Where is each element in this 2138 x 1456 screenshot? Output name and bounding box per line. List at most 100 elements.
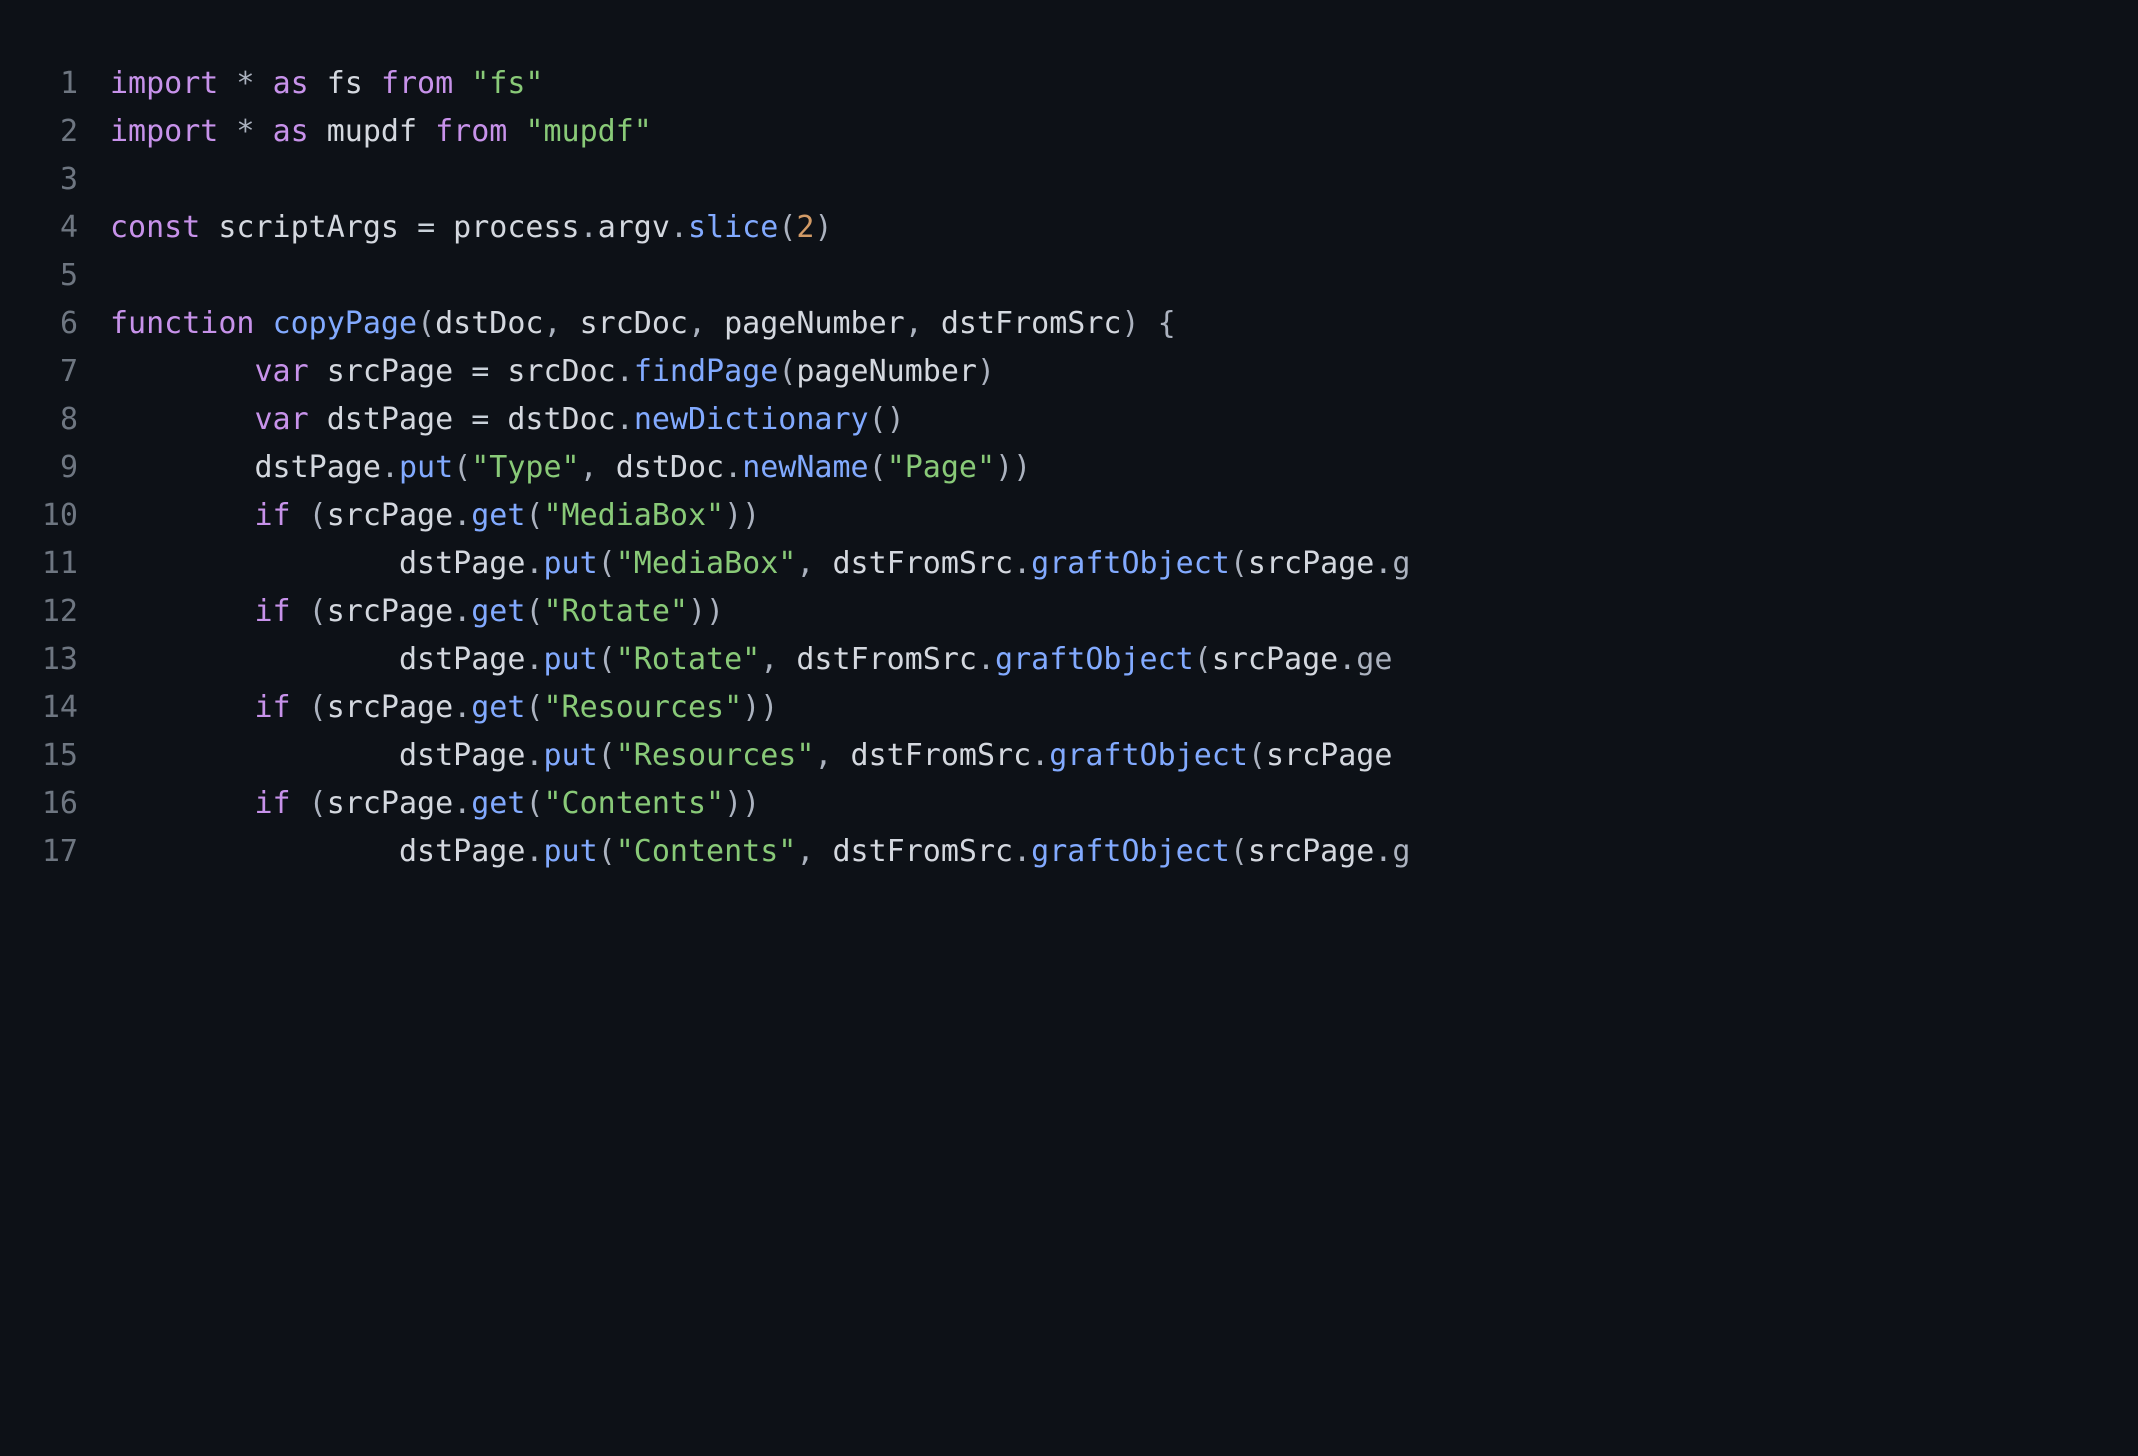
token-punct: .: [453, 498, 471, 533]
token-punct: (): [869, 402, 905, 437]
code-content[interactable]: var srcPage = srcDoc.findPage(pageNumber…: [110, 348, 2138, 396]
token-ident: argv: [598, 210, 670, 245]
code-content[interactable]: if (srcPage.get("MediaBox")): [110, 492, 2138, 540]
code-line[interactable]: 14 if (srcPage.get("Resources")): [0, 684, 2138, 732]
token-fn: get: [471, 498, 525, 533]
token-punct: ,: [796, 834, 832, 869]
token-ident: scriptArgs: [200, 210, 417, 245]
code-line[interactable]: 4const scriptArgs = process.argv.slice(2…: [0, 204, 2138, 252]
token-kw: import: [110, 114, 218, 149]
token-punct: )): [742, 690, 778, 725]
code-line[interactable]: 11 dstPage.put("MediaBox", dstFromSrc.gr…: [0, 540, 2138, 588]
token-punct: [110, 690, 255, 725]
code-line[interactable]: 1import * as fs from "fs": [0, 60, 2138, 108]
code-line[interactable]: 5: [0, 252, 2138, 300]
token-punct: .: [525, 546, 543, 581]
token-ident: srcPage: [327, 786, 453, 821]
code-content[interactable]: import * as mupdf from "mupdf": [110, 108, 2138, 156]
token-kw: function: [110, 306, 255, 341]
token-punct: [110, 546, 399, 581]
code-content[interactable]: function copyPage(dstDoc, srcDoc, pageNu…: [110, 300, 2138, 348]
token-kw: if: [255, 498, 291, 533]
code-line[interactable]: 3: [0, 156, 2138, 204]
code-line[interactable]: 9 dstPage.put("Type", dstDoc.newName("Pa…: [0, 444, 2138, 492]
token-punct: .ge: [1338, 642, 1392, 677]
token-punct: [110, 834, 399, 869]
token-fn: get: [471, 594, 525, 629]
token-punct: (: [525, 498, 543, 533]
token-ident: dstPage: [399, 834, 525, 869]
token-punct: .: [525, 738, 543, 773]
token-punct: .: [453, 594, 471, 629]
token-punct: (: [598, 546, 616, 581]
code-line[interactable]: 13 dstPage.put("Rotate", dstFromSrc.graf…: [0, 636, 2138, 684]
line-number: 3: [0, 156, 110, 204]
code-line[interactable]: 2import * as mupdf from "mupdf": [0, 108, 2138, 156]
token-fn: put: [543, 642, 597, 677]
code-content[interactable]: dstPage.put("Rotate", dstFromSrc.graftOb…: [110, 636, 2138, 684]
token-punct: [110, 498, 255, 533]
code-line[interactable]: 12 if (srcPage.get("Rotate")): [0, 588, 2138, 636]
token-kw: if: [255, 786, 291, 821]
line-number: 5: [0, 252, 110, 300]
token-punct: ,: [580, 450, 616, 485]
code-line[interactable]: 6function copyPage(dstDoc, srcDoc, pageN…: [0, 300, 2138, 348]
token-ident: process: [435, 210, 580, 245]
token-kw: as: [273, 66, 309, 101]
token-punct: .: [724, 450, 742, 485]
token-ident: srcPage: [1248, 546, 1374, 581]
line-number: 14: [0, 684, 110, 732]
token-punct: (: [291, 690, 327, 725]
token-ident: srcPage: [309, 354, 472, 389]
token-fn: put: [543, 546, 597, 581]
line-number: 11: [0, 540, 110, 588]
code-content[interactable]: import * as fs from "fs": [110, 60, 2138, 108]
token-ident: dstDoc: [489, 402, 615, 437]
token-fn: newDictionary: [634, 402, 869, 437]
token-num: 2: [796, 210, 814, 245]
code-content[interactable]: var dstPage = dstDoc.newDictionary(): [110, 396, 2138, 444]
token-punct: (: [598, 642, 616, 677]
line-number: 2: [0, 108, 110, 156]
token-str: "Resources": [544, 690, 743, 725]
code-line[interactable]: 16 if (srcPage.get("Contents")): [0, 780, 2138, 828]
code-content[interactable]: dstPage.put("Resources", dstFromSrc.graf…: [110, 732, 2138, 780]
token-punct: ,: [796, 546, 832, 581]
token-punct: (: [525, 594, 543, 629]
code-content[interactable]: if (srcPage.get("Rotate")): [110, 588, 2138, 636]
token-str: "Rotate": [616, 642, 761, 677]
token-ident: srcDoc: [580, 306, 688, 341]
token-punct: *: [218, 66, 272, 101]
code-content[interactable]: if (srcPage.get("Contents")): [110, 780, 2138, 828]
token-punct: .: [616, 402, 634, 437]
token-punct: .: [977, 642, 995, 677]
code-content[interactable]: dstPage.put("Contents", dstFromSrc.graft…: [110, 828, 2138, 876]
token-ident: srcPage: [1212, 642, 1338, 677]
token-str: "Type": [471, 450, 579, 485]
token-kw: from: [435, 114, 507, 149]
code-content[interactable]: if (srcPage.get("Resources")): [110, 684, 2138, 732]
code-content[interactable]: const scriptArgs = process.argv.slice(2): [110, 204, 2138, 252]
code-editor[interactable]: 1import * as fs from "fs"2import * as mu…: [0, 60, 2138, 876]
token-kw: var: [255, 354, 309, 389]
token-punct: [110, 354, 255, 389]
token-kw: var: [255, 402, 309, 437]
token-punct: [110, 450, 255, 485]
code-content[interactable]: dstPage.put("Type", dstDoc.newName("Page…: [110, 444, 2138, 492]
code-content[interactable]: dstPage.put("MediaBox", dstFromSrc.graft…: [110, 540, 2138, 588]
token-fn: get: [471, 786, 525, 821]
line-number: 1: [0, 60, 110, 108]
line-number: 6: [0, 300, 110, 348]
code-line[interactable]: 10 if (srcPage.get("MediaBox")): [0, 492, 2138, 540]
code-line[interactable]: 7 var srcPage = srcDoc.findPage(pageNumb…: [0, 348, 2138, 396]
token-ident: mupdf: [309, 114, 435, 149]
token-fn: put: [399, 450, 453, 485]
token-punct: .: [670, 210, 688, 245]
token-punct: (: [1230, 834, 1248, 869]
code-line[interactable]: 8 var dstPage = dstDoc.newDictionary(): [0, 396, 2138, 444]
token-ident: pageNumber: [724, 306, 905, 341]
token-str: "mupdf": [525, 114, 651, 149]
code-line[interactable]: 15 dstPage.put("Resources", dstFromSrc.g…: [0, 732, 2138, 780]
line-number: 13: [0, 636, 110, 684]
code-line[interactable]: 17 dstPage.put("Contents", dstFromSrc.gr…: [0, 828, 2138, 876]
